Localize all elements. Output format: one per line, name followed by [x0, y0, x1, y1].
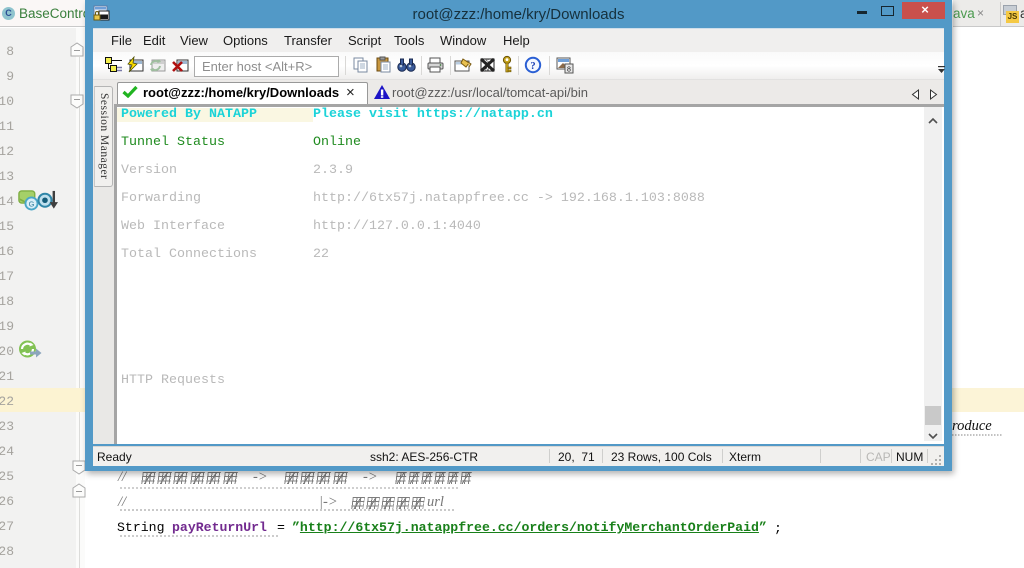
svg-text:8: 8	[567, 67, 571, 74]
svg-text:G: G	[29, 199, 35, 208]
svg-text:?: ?	[530, 61, 535, 72]
svg-text:N: N	[485, 67, 489, 73]
